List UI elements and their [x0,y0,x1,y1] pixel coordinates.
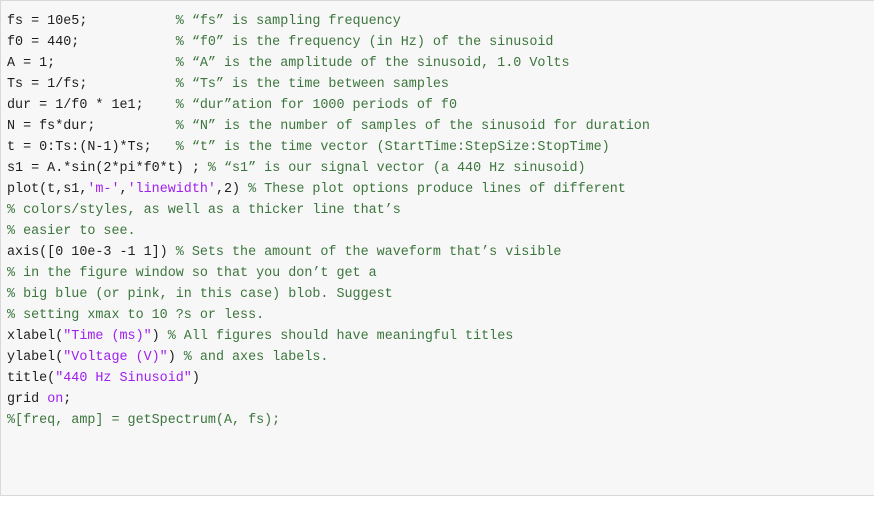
code-line: grid on; [7,389,650,410]
code-line: fs = 10e5; % “fs” is sampling frequency [7,11,650,32]
code-comment: % “fs” is sampling frequency [175,14,401,29]
code-line: title("440 Hz Sinusoid") [7,368,650,389]
code-comment: % “A” is the amplitude of the sinusoid, … [175,56,570,71]
code-string: "440 Hz Sinusoid" [55,371,192,386]
code-line: ylabel("Voltage (V)") % and axes labels. [7,347,650,368]
code-comment: % “f0” is the frequency (in Hz) of the s… [175,35,554,50]
code-string: "Time (ms)" [63,329,152,344]
code-block[interactable]: fs = 10e5; % “fs” is sampling frequency f… [0,0,874,496]
code-line: s1 = A.*sin(2*pi*f0*t) ; % “s1” is our s… [7,158,650,179]
code-keyword: on [47,392,64,407]
code-comment: % setting xmax to 10 ?s or less. [7,308,265,323]
code-comment: % “s1” is our signal vector (a 440 Hz si… [207,161,586,176]
code-line: N = fs*dur; % “N” is the number of sampl… [7,116,650,137]
code-comment: % Sets the amount of the waveform that’s… [175,245,562,260]
code-comment: % big blue (or pink, in this case) blob.… [7,287,393,302]
code-line: Ts = 1/fs; % “Ts” is the time between sa… [7,74,650,95]
code-token: fs = 10e5; [7,14,176,29]
code-string: 'linewidth' [127,182,216,197]
code-token: title( [7,371,56,386]
code-comment: % colors/styles, as well as a thicker li… [7,203,401,218]
code-string: "Voltage (V)" [63,350,168,365]
code-token: ,2) [215,182,249,197]
code-line: % colors/styles, as well as a thicker li… [7,200,650,221]
code-comment: % These plot options produce lines of di… [248,182,626,197]
code-comment: % “dur”ation for 1000 periods of f0 [175,98,457,113]
code-comment: % easier to see. [7,224,136,239]
code-comment: % “Ts” is the time between samples [175,77,449,92]
code-comment: % in the figure window so that you don’t… [7,266,377,281]
code-line: % in the figure window so that you don’t… [7,263,650,284]
code-token: , [119,182,128,197]
code-comment: % “N” is the number of samples of the si… [175,119,650,134]
code-token: N = fs*dur; [7,119,176,134]
code-token: ylabel( [7,350,64,365]
code-token: t = 0:Ts:(N-1)*Ts; [7,140,176,155]
code-string: 'm-' [87,182,120,197]
code-token: s1 = A.*sin(2*pi*f0*t) ; [7,161,208,176]
code-token: ) [191,371,200,386]
code-line: % big blue (or pink, in this case) blob.… [7,284,650,305]
code-token: ; [63,392,72,407]
code-token: plot(t,s1, [7,182,88,197]
code-token: ) [151,329,168,344]
code-line: axis([0 10e-3 -1 1]) % Sets the amount o… [7,242,650,263]
code-token: xlabel( [7,329,64,344]
code-line: plot(t,s1,'m-','linewidth',2) % These pl… [7,179,650,200]
code-token: ) [167,350,184,365]
code-line: f0 = 440; % “f0” is the frequency (in Hz… [7,32,650,53]
code-line: % easier to see. [7,221,650,242]
code-token: Ts = 1/fs; [7,77,176,92]
code-line: A = 1; % “A” is the amplitude of the sin… [7,53,650,74]
code-token: A = 1; [7,56,176,71]
code-line: % setting xmax to 10 ?s or less. [7,305,650,326]
code-comment: % and axes labels. [183,350,329,365]
code-token: dur = 1/f0 * 1e1; [7,98,176,113]
code-lines: fs = 10e5; % “fs” is sampling frequency f… [7,11,650,431]
code-line: t = 0:Ts:(N-1)*Ts; % “t” is the time vec… [7,137,650,158]
code-comment: % “t” is the time vector (StartTime:Step… [175,140,610,155]
code-comment: % All figures should have meaningful tit… [167,329,514,344]
code-token: axis([0 10e-3 -1 1]) [7,245,176,260]
code-token: grid [7,392,48,407]
code-line: dur = 1/f0 * 1e1; % “dur”ation for 1000 … [7,95,650,116]
code-line: %[freq, amp] = getSpectrum(A, fs); [7,410,650,431]
code-token: f0 = 440; [7,35,176,50]
code-line: xlabel("Time (ms)") % All figures should… [7,326,650,347]
code-comment: %[freq, amp] = getSpectrum(A, fs); [7,413,281,428]
